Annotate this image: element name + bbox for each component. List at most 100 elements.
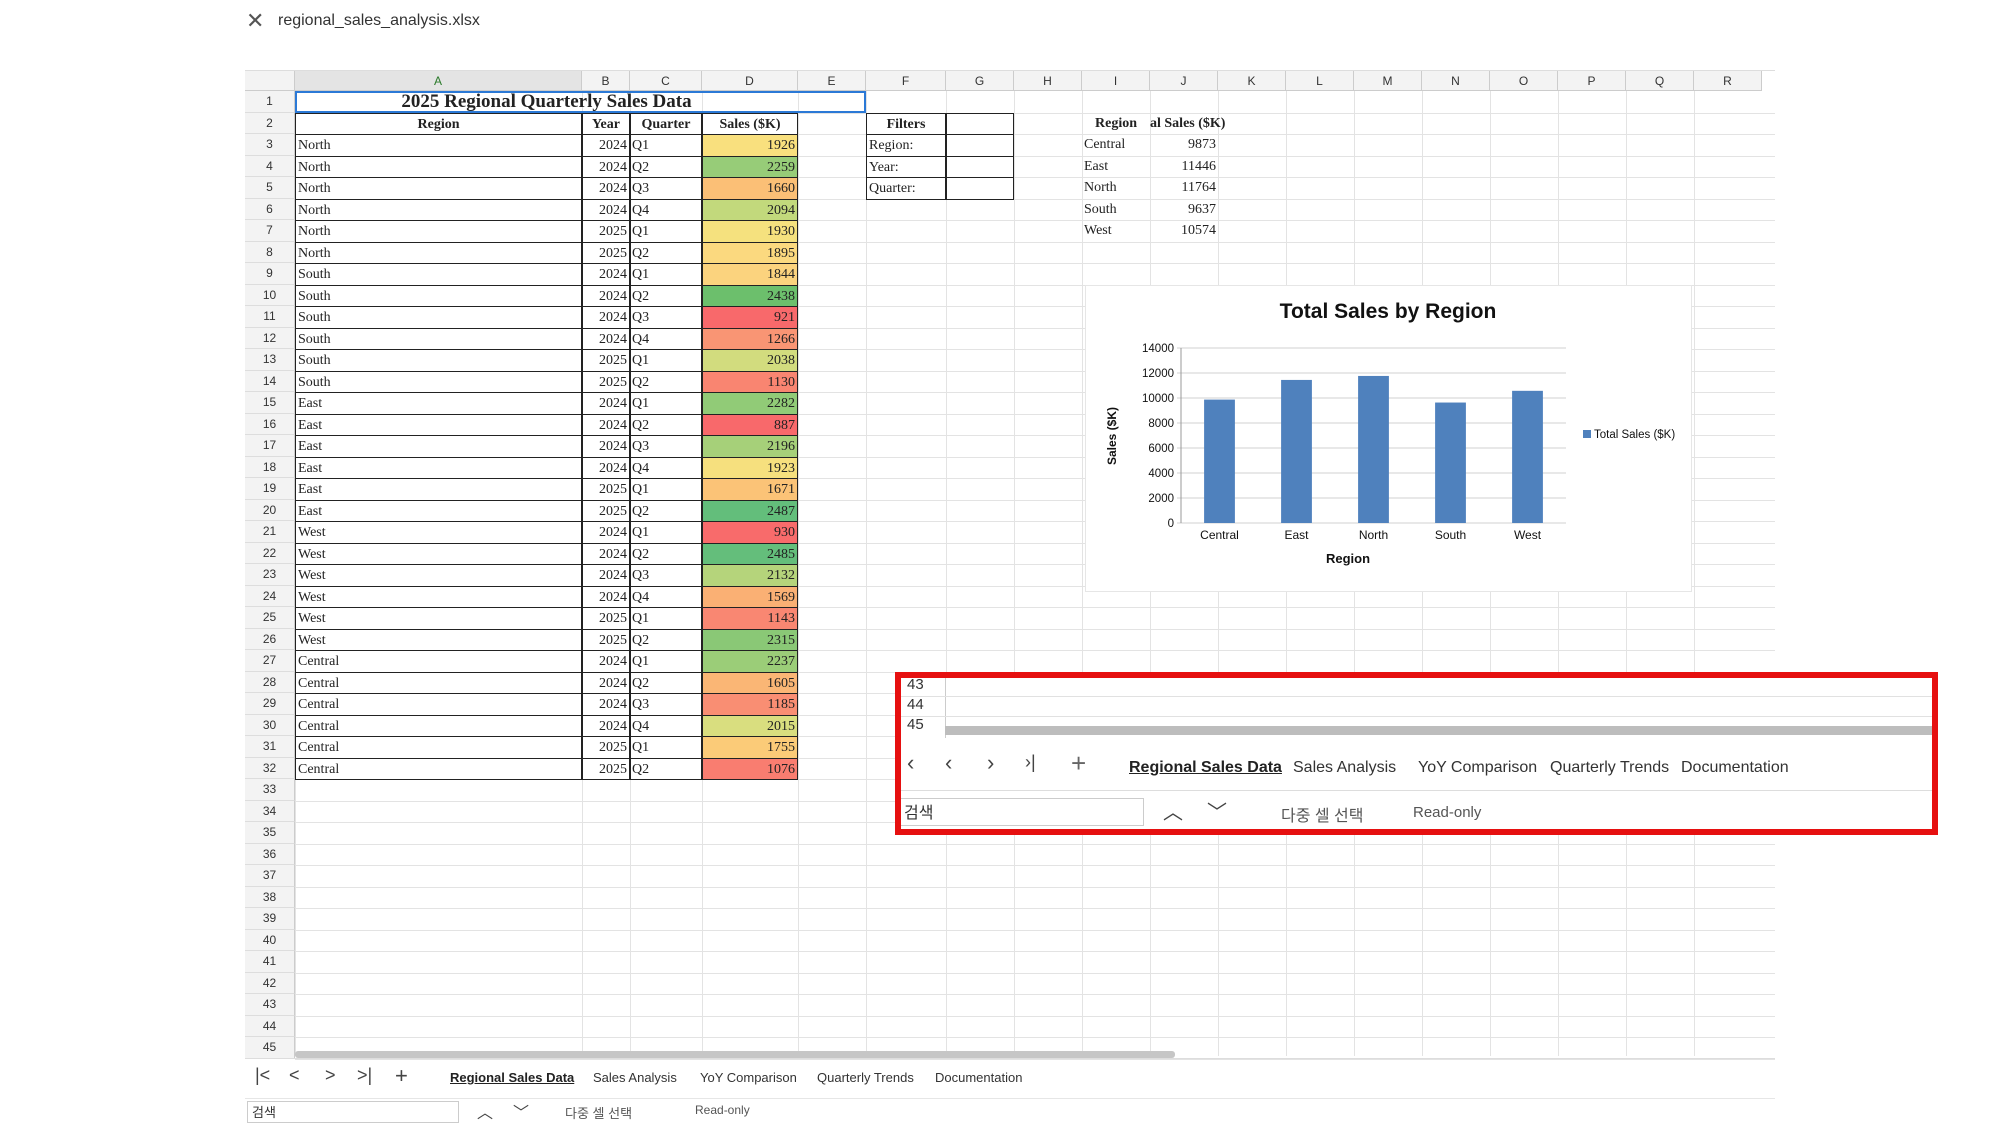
column-header[interactable]: A bbox=[295, 71, 582, 91]
row-header[interactable]: 28 bbox=[245, 671, 295, 693]
column-header[interactable]: R bbox=[1694, 71, 1762, 91]
cell[interactable]: Central bbox=[1082, 134, 1150, 157]
cell[interactable]: 1143 bbox=[702, 607, 798, 630]
cell[interactable]: 2132 bbox=[702, 564, 798, 587]
zoom-tab-regional-sales-data[interactable]: Regional Sales Data bbox=[1129, 759, 1282, 777]
cell[interactable]: 1185 bbox=[702, 693, 798, 716]
cell[interactable]: 921 bbox=[702, 306, 798, 329]
prev-sheet-icon[interactable]: < bbox=[289, 1065, 300, 1086]
cell[interactable]: Q1 bbox=[630, 736, 702, 759]
cell[interactable]: 1076 bbox=[702, 757, 798, 780]
row-header[interactable]: 44 bbox=[245, 1015, 295, 1037]
cell[interactable]: West bbox=[295, 542, 582, 565]
cell[interactable]: 2315 bbox=[702, 628, 798, 651]
last-sheet-icon[interactable]: >| bbox=[357, 1065, 372, 1086]
row-header[interactable]: 15 bbox=[245, 392, 295, 414]
search-input[interactable]: 검색 bbox=[247, 1101, 459, 1123]
cell[interactable]: South bbox=[295, 263, 582, 286]
cell[interactable]: Central bbox=[295, 671, 582, 694]
cell[interactable]: Q1 bbox=[630, 478, 702, 501]
cell[interactable]: Q2 bbox=[630, 155, 702, 178]
cell[interactable]: South bbox=[295, 306, 582, 329]
column-header[interactable]: N bbox=[1422, 71, 1490, 91]
horizontal-scrollbar[interactable] bbox=[295, 1050, 1175, 1058]
zoom-tab-yoy-comparison[interactable]: YoY Comparison bbox=[1418, 759, 1537, 777]
cell[interactable]: East bbox=[295, 392, 582, 415]
cell[interactable]: Q4 bbox=[630, 198, 702, 221]
zoom-search-up-icon[interactable]: ︿ bbox=[1163, 796, 1183, 825]
cell[interactable]: Q4 bbox=[630, 585, 702, 608]
cell[interactable]: 11446 bbox=[1150, 156, 1218, 179]
cell[interactable]: 2025 bbox=[582, 499, 630, 522]
cell[interactable]: Q2 bbox=[630, 499, 702, 522]
cell[interactable]: Q2 bbox=[630, 671, 702, 694]
row-header[interactable]: 18 bbox=[245, 456, 295, 478]
cell[interactable]: Q3 bbox=[630, 177, 702, 200]
cell[interactable]: Q4 bbox=[630, 456, 702, 479]
row-header[interactable]: 21 bbox=[245, 521, 295, 543]
cell[interactable]: West bbox=[295, 585, 582, 608]
cell[interactable]: 2025 bbox=[582, 220, 630, 243]
cell[interactable]: Q1 bbox=[630, 607, 702, 630]
cell[interactable]: Year bbox=[582, 112, 630, 135]
column-header[interactable]: E bbox=[798, 71, 866, 91]
cell[interactable]: Central bbox=[295, 650, 582, 673]
zoom-multi-select-label[interactable]: 다중 셀 선택 bbox=[1281, 802, 1364, 826]
cell[interactable]: 2024 bbox=[582, 263, 630, 286]
column-header[interactable]: H bbox=[1014, 71, 1082, 91]
cell[interactable]: 11764 bbox=[1150, 177, 1218, 200]
zoom-next-icon[interactable]: › bbox=[987, 750, 994, 776]
cell[interactable]: 2024 bbox=[582, 155, 630, 178]
cell[interactable]: West bbox=[1082, 220, 1150, 243]
cell[interactable]: Central bbox=[295, 693, 582, 716]
column-header[interactable]: F bbox=[866, 71, 946, 91]
cell[interactable]: 2025 bbox=[582, 628, 630, 651]
tab-documentation[interactable]: Documentation bbox=[935, 1070, 1022, 1085]
cell[interactable]: Q2 bbox=[630, 542, 702, 565]
cell[interactable]: North bbox=[1082, 177, 1150, 200]
tab-sales-analysis[interactable]: Sales Analysis bbox=[593, 1070, 677, 1085]
column-header[interactable]: G bbox=[946, 71, 1014, 91]
cell[interactable]: Q1 bbox=[630, 521, 702, 544]
cell[interactable]: 930 bbox=[702, 521, 798, 544]
cell[interactable]: 2024 bbox=[582, 564, 630, 587]
cell[interactable]: 1605 bbox=[702, 671, 798, 694]
cell[interactable]: Q3 bbox=[630, 435, 702, 458]
row-header[interactable]: 10 bbox=[245, 284, 295, 306]
row-header[interactable]: 19 bbox=[245, 478, 295, 500]
row-header[interactable]: 40 bbox=[245, 929, 295, 951]
cell[interactable]: 2024 bbox=[582, 134, 630, 157]
cell[interactable]: 2024 bbox=[582, 585, 630, 608]
row-header[interactable]: 31 bbox=[245, 736, 295, 758]
cell[interactable]: 1844 bbox=[702, 263, 798, 286]
cell[interactable]: Q4 bbox=[630, 714, 702, 737]
search-up-icon[interactable]: ︿ bbox=[477, 1099, 493, 1123]
row-header[interactable]: 34 bbox=[245, 800, 295, 822]
row-header[interactable]: 26 bbox=[245, 628, 295, 650]
column-header[interactable]: I bbox=[1082, 71, 1150, 91]
cell[interactable]: East bbox=[295, 456, 582, 479]
cell[interactable]: 2196 bbox=[702, 435, 798, 458]
cell[interactable] bbox=[946, 112, 1014, 135]
row-header[interactable]: 38 bbox=[245, 886, 295, 908]
row-header[interactable]: 22 bbox=[245, 542, 295, 564]
cell[interactable]: Q2 bbox=[630, 284, 702, 307]
cell[interactable]: East bbox=[295, 435, 582, 458]
column-header[interactable]: B bbox=[582, 71, 630, 91]
row-header[interactable]: 36 bbox=[245, 843, 295, 865]
cell[interactable]: 1266 bbox=[702, 327, 798, 350]
zoom-search-input[interactable]: 검색 bbox=[901, 798, 1144, 826]
cell[interactable]: Central bbox=[295, 714, 582, 737]
cell[interactable]: Q2 bbox=[630, 628, 702, 651]
cell[interactable]: 2024 bbox=[582, 284, 630, 307]
cell[interactable]: 2485 bbox=[702, 542, 798, 565]
cell[interactable]: 2038 bbox=[702, 349, 798, 372]
cell[interactable]: 2438 bbox=[702, 284, 798, 307]
cell[interactable]: 2025 bbox=[582, 241, 630, 264]
select-all-corner[interactable] bbox=[245, 71, 295, 91]
column-header[interactable]: J bbox=[1150, 71, 1218, 91]
cell[interactable]: Region bbox=[295, 112, 582, 135]
cell[interactable]: 2094 bbox=[702, 198, 798, 221]
row-header[interactable]: 45 bbox=[245, 1037, 295, 1059]
cell[interactable]: North bbox=[295, 155, 582, 178]
